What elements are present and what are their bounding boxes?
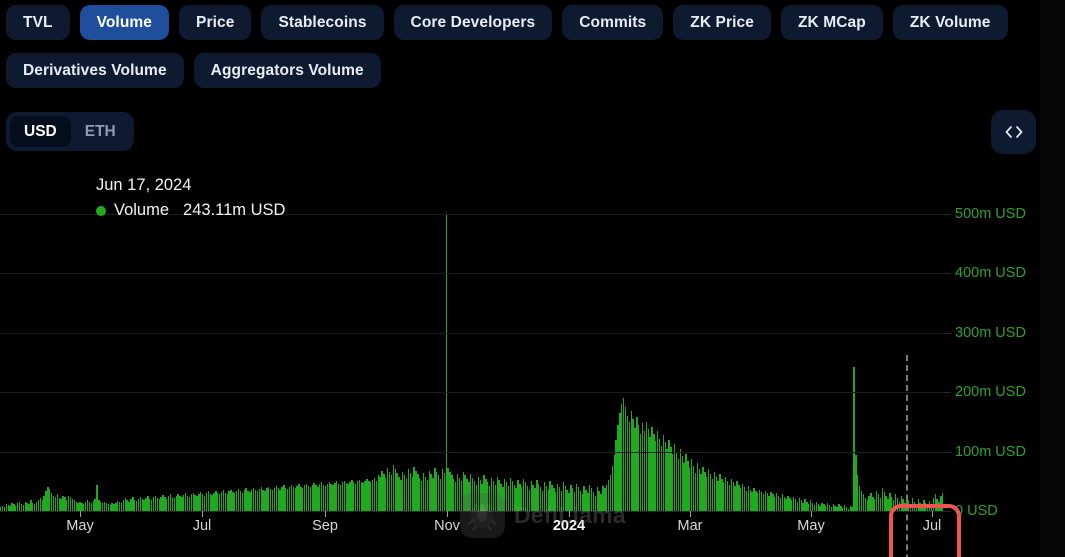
tab-core-developers[interactable]: Core Developers [394, 5, 553, 40]
x-tick-Mar [690, 511, 691, 517]
bar [942, 493, 943, 511]
currency-option-eth[interactable]: ETH [71, 116, 130, 147]
embed-code-button[interactable] [991, 110, 1036, 154]
gridline-100 [0, 452, 944, 453]
x-tick-2024 [569, 511, 570, 517]
y-axis-label-0: 0 USD [955, 503, 998, 519]
x-tick-Jul [202, 511, 203, 517]
tooltip-series-name: Volume [114, 201, 169, 220]
gridline-300 [0, 333, 944, 334]
metric-tab-row-secondary: Derivatives Volume Aggregators Volume [6, 53, 1040, 88]
x-tick-May [811, 511, 812, 517]
currency-toggle[interactable]: USDETH [6, 112, 134, 151]
x-axis-label-Jul: Jul [193, 518, 212, 534]
y-tick-500 [944, 214, 951, 215]
tab-tvl[interactable]: TVL [6, 5, 70, 40]
chart-tooltip: Jun 17, 2024 Volume 243.11m USD [96, 176, 285, 220]
y-axis-label-300: 300m USD [955, 325, 1026, 341]
y-tick-400 [944, 273, 951, 274]
x-axis-label-May: May [797, 518, 824, 534]
chart-bars [0, 196, 944, 511]
x-axis-label-Nov: Nov [434, 518, 460, 534]
tab-aggregators-volume[interactable]: Aggregators Volume [194, 53, 381, 88]
x-tick-Jul [932, 511, 933, 517]
tooltip-series-row: Volume 243.11m USD [96, 201, 285, 220]
metric-tab-bar: TVL Volume Price Stablecoins Core Developers… [0, 0, 1040, 88]
tab-volume[interactable]: Volume [80, 5, 169, 40]
tab-zk-volume[interactable]: ZK Volume [893, 5, 1008, 40]
x-axis-label-2024: 2024 [553, 518, 585, 534]
y-tick-300 [944, 333, 951, 334]
gridline-400 [0, 273, 944, 274]
y-axis-label-500: 500m USD [955, 206, 1026, 222]
x-axis-label-May: May [66, 518, 93, 534]
tab-stablecoins[interactable]: Stablecoins [261, 5, 383, 40]
tab-zk-mcap[interactable]: ZK MCap [781, 5, 883, 40]
chart-crosshair [906, 355, 908, 557]
y-tick-200 [944, 392, 951, 393]
gridline-0 [0, 511, 944, 512]
x-tick-Sep [325, 511, 326, 517]
panel-right-edge [1040, 0, 1065, 557]
gridline-200 [0, 392, 944, 393]
y-axis-label-400: 400m USD [955, 265, 1026, 281]
y-tick-0 [944, 511, 951, 512]
x-axis-label-Mar: Mar [678, 518, 703, 534]
chart-page: TVL Volume Price Stablecoins Core Developers… [0, 0, 1065, 557]
tooltip-series-dot-icon [96, 206, 106, 216]
y-axis-label-100: 100m USD [955, 444, 1026, 460]
bar [446, 214, 447, 511]
x-axis-label-Jul: Jul [923, 518, 942, 534]
tooltip-date: Jun 17, 2024 [96, 176, 285, 195]
tooltip-series-value: 243.11m USD [183, 201, 285, 220]
code-icon [1004, 124, 1024, 140]
x-tick-May [80, 511, 81, 517]
x-tick-Nov [447, 511, 448, 517]
y-axis-label-200: 200m USD [955, 384, 1026, 400]
tab-price[interactable]: Price [179, 5, 251, 40]
tab-zk-price[interactable]: ZK Price [673, 5, 771, 40]
tab-derivatives-volume[interactable]: Derivatives Volume [6, 53, 184, 88]
x-axis-label-Sep: Sep [312, 518, 338, 534]
tab-commits[interactable]: Commits [562, 5, 663, 40]
currency-option-usd[interactable]: USD [10, 116, 71, 147]
y-tick-100 [944, 452, 951, 453]
metric-tab-row-primary: TVL Volume Price Stablecoins Core Developers… [6, 5, 1040, 40]
